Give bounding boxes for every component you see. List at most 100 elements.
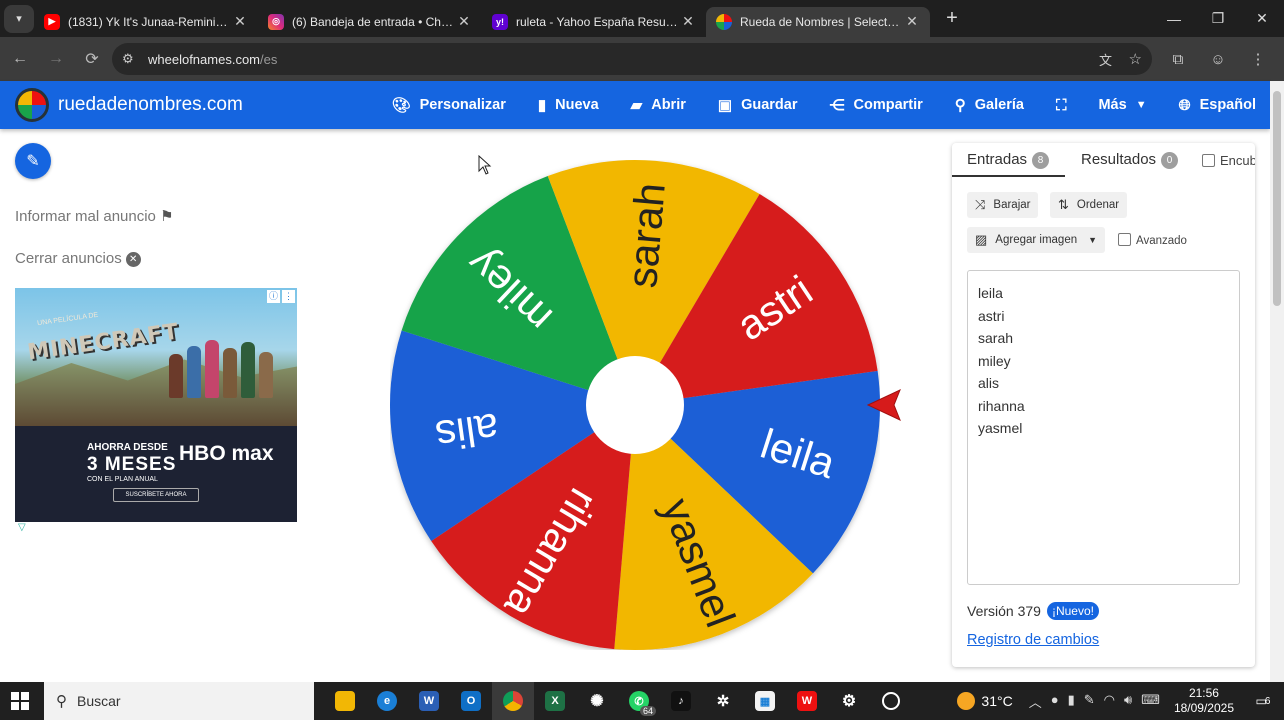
reload-icon[interactable]: ⟳ [76, 43, 108, 75]
menu-fullscreen[interactable]: ⛶ [1056, 97, 1067, 114]
excel-icon[interactable]: X [534, 682, 576, 720]
entry-line[interactable]: sarah [978, 327, 1229, 350]
menu-new[interactable]: ▮ Nueva [538, 96, 599, 114]
menu-language[interactable]: 🌐︎ Español [1179, 97, 1256, 114]
ad-offer: AHORRA DESDE 3 MESES CON EL PLAN ANUAL H… [15, 426, 297, 522]
address-bar[interactable]: ⚙ wheelofnames.com/es 文 ☆ [112, 43, 1152, 75]
ad-line2: 3 MESES [87, 454, 177, 475]
report-ad-link[interactable]: Informar mal anuncio ⚑ [15, 207, 174, 225]
ad-info-icon[interactable]: ⓘ [267, 290, 280, 303]
wheel-app-icon[interactable] [870, 682, 912, 720]
close-ads-link[interactable]: Cerrar anuncios ✕ [15, 250, 141, 267]
edit-button[interactable]: ✎ [15, 143, 51, 179]
whatsapp-icon[interactable]: ✆ 64 [618, 682, 660, 720]
tab-results[interactable]: Resultados 0 [1081, 151, 1179, 169]
shuffle-button[interactable]: ⤨ Barajar [967, 192, 1039, 218]
minimize-icon[interactable]: — [1152, 0, 1196, 37]
close-tab-icon[interactable]: ✕ [232, 13, 248, 30]
ad-choices[interactable]: ⓘ ⋮ [267, 290, 295, 303]
system-clock[interactable]: 21:56 18/09/2025 [1174, 686, 1234, 716]
scrollbar-thumb[interactable] [1273, 91, 1281, 306]
entry-line[interactable]: rihanna [978, 395, 1229, 418]
back-icon[interactable]: ← [4, 43, 36, 75]
browser-menu-icon[interactable]: ⋮ [1244, 43, 1272, 75]
browser-tab-bar: ▾ ▶ (1831) Yk It's Junaa-Reminiscin... ✕… [0, 0, 1284, 37]
taskbar-search[interactable]: ⚲ Buscar [44, 682, 314, 720]
new-tab-button[interactable]: + [940, 7, 964, 30]
name-wheel[interactable]: leilayasmelrihannaalismileysarahastri [390, 160, 880, 650]
entry-line[interactable]: yasmel [978, 417, 1229, 440]
forward-icon[interactable]: → [40, 43, 72, 75]
wifi-icon[interactable]: ◠ [1104, 692, 1115, 711]
hide-checkbox[interactable]: Encubrir [1202, 153, 1255, 168]
entry-line[interactable]: leila [978, 282, 1229, 305]
site-logo[interactable] [15, 88, 49, 122]
page-scrollbar[interactable] [1270, 81, 1284, 682]
red-app-icon[interactable]: W [786, 682, 828, 720]
edge-icon[interactable]: e [366, 682, 408, 720]
tiktok-icon[interactable]: ♪ [660, 682, 702, 720]
palette-icon: 🎨︎ [391, 97, 411, 114]
bookmark-star-icon[interactable]: ☆ [1129, 50, 1142, 68]
site-brand[interactable]: ruedadenombres.com [58, 94, 243, 116]
word-icon[interactable]: W [408, 682, 450, 720]
browser-tab[interactable]: ▶ (1831) Yk It's Junaa-Reminiscin... ✕ [34, 7, 258, 37]
sort-button[interactable]: ⇅ Ordenar [1050, 192, 1128, 218]
menu-gallery[interactable]: ⚲ Galería [955, 96, 1024, 114]
add-image-dropdown[interactable]: ▨ Agregar imagen ▼ [967, 227, 1105, 253]
browser-tab-active[interactable]: Rueda de Nombres | Selector de... ✕ [706, 6, 930, 37]
menu-share[interactable]: ⋲ Compartir [829, 96, 922, 114]
outlook-icon[interactable]: O [450, 682, 492, 720]
browser-tab[interactable]: y! ruleta - Yahoo España Resultad... ✕ [482, 7, 706, 37]
search-placeholder: Buscar [77, 693, 121, 709]
extensions-icon[interactable]: ⧉ [1164, 43, 1192, 75]
share-icon: ⋲ [829, 97, 845, 114]
ad-cta-button[interactable]: SUSCRÍBETE AHORA [113, 488, 199, 502]
changelog-link[interactable]: Registro de cambios [967, 632, 1099, 648]
tab-search-button[interactable]: ▾ [4, 4, 34, 33]
settings-gear-icon[interactable]: ⚙ [828, 682, 870, 720]
advertisement[interactable]: UNA PELÍCULA DE MINECRAFT AHORRA DESDE 3… [15, 288, 297, 522]
chevron-down-icon: ▼ [1088, 235, 1097, 245]
menu-more[interactable]: Más ▼ [1098, 97, 1146, 113]
close-tab-icon[interactable]: ✕ [904, 13, 920, 30]
tab-entries[interactable]: Entradas 8 [967, 151, 1050, 169]
entry-line[interactable]: alis [978, 372, 1229, 395]
browser-tab[interactable]: ◎ (6) Bandeja de entrada • Chats ✕ [258, 7, 482, 37]
checkbox-icon[interactable] [1202, 154, 1215, 167]
volume-icon[interactable]: 🔊︎ [1124, 692, 1132, 711]
site-info-icon[interactable]: ⚙ [122, 51, 142, 67]
windows-start-button[interactable] [0, 682, 40, 720]
ad-more-icon[interactable]: ⋮ [282, 290, 295, 303]
advanced-checkbox[interactable]: Avanzado [1118, 233, 1187, 247]
notifications-button[interactable]: ▭ 6 [1250, 689, 1276, 713]
entry-line[interactable]: astri [978, 305, 1229, 328]
microphone-icon[interactable]: ▮ [1068, 692, 1075, 711]
pen-icon[interactable]: ✎ [1084, 692, 1095, 711]
close-window-icon[interactable]: ✕ [1240, 0, 1284, 37]
file-explorer-icon[interactable] [324, 682, 366, 720]
entry-line[interactable]: miley [978, 350, 1229, 373]
chevron-up-icon[interactable]: ︿ [1029, 692, 1042, 711]
checkbox-icon[interactable] [1118, 233, 1131, 246]
wheel-center[interactable] [586, 356, 684, 454]
chrome-tray-icon[interactable]: ● [1051, 692, 1059, 711]
entries-textarea[interactable]: leila astri sarah miley alis rihanna yasmel [967, 270, 1240, 585]
chatgpt-icon[interactable]: ✺ [576, 682, 618, 720]
store-icon[interactable]: ▦ [744, 682, 786, 720]
menu-customize[interactable]: 🎨︎ Personalizar [392, 96, 506, 114]
wheel-segment-label: sarah [618, 181, 674, 290]
ad-line1: AHORRA DESDE [87, 442, 168, 453]
profile-icon[interactable]: ☺ [1204, 43, 1232, 75]
weather-widget[interactable]: 31°C [957, 692, 1013, 710]
bug-app-icon[interactable]: ✲ [702, 682, 744, 720]
new-badge[interactable]: ¡Nuevo! [1046, 602, 1099, 620]
keyboard-icon[interactable]: ⌨ [1141, 692, 1160, 711]
menu-save[interactable]: ▣ Guardar [718, 96, 798, 114]
translate-icon[interactable]: 文 [1099, 50, 1112, 69]
chrome-icon[interactable] [492, 682, 534, 720]
close-tab-icon[interactable]: ✕ [680, 13, 696, 30]
restore-icon[interactable]: ❐ [1196, 0, 1240, 37]
close-tab-icon[interactable]: ✕ [456, 13, 472, 30]
menu-open[interactable]: ▰ Abrir [631, 96, 686, 114]
